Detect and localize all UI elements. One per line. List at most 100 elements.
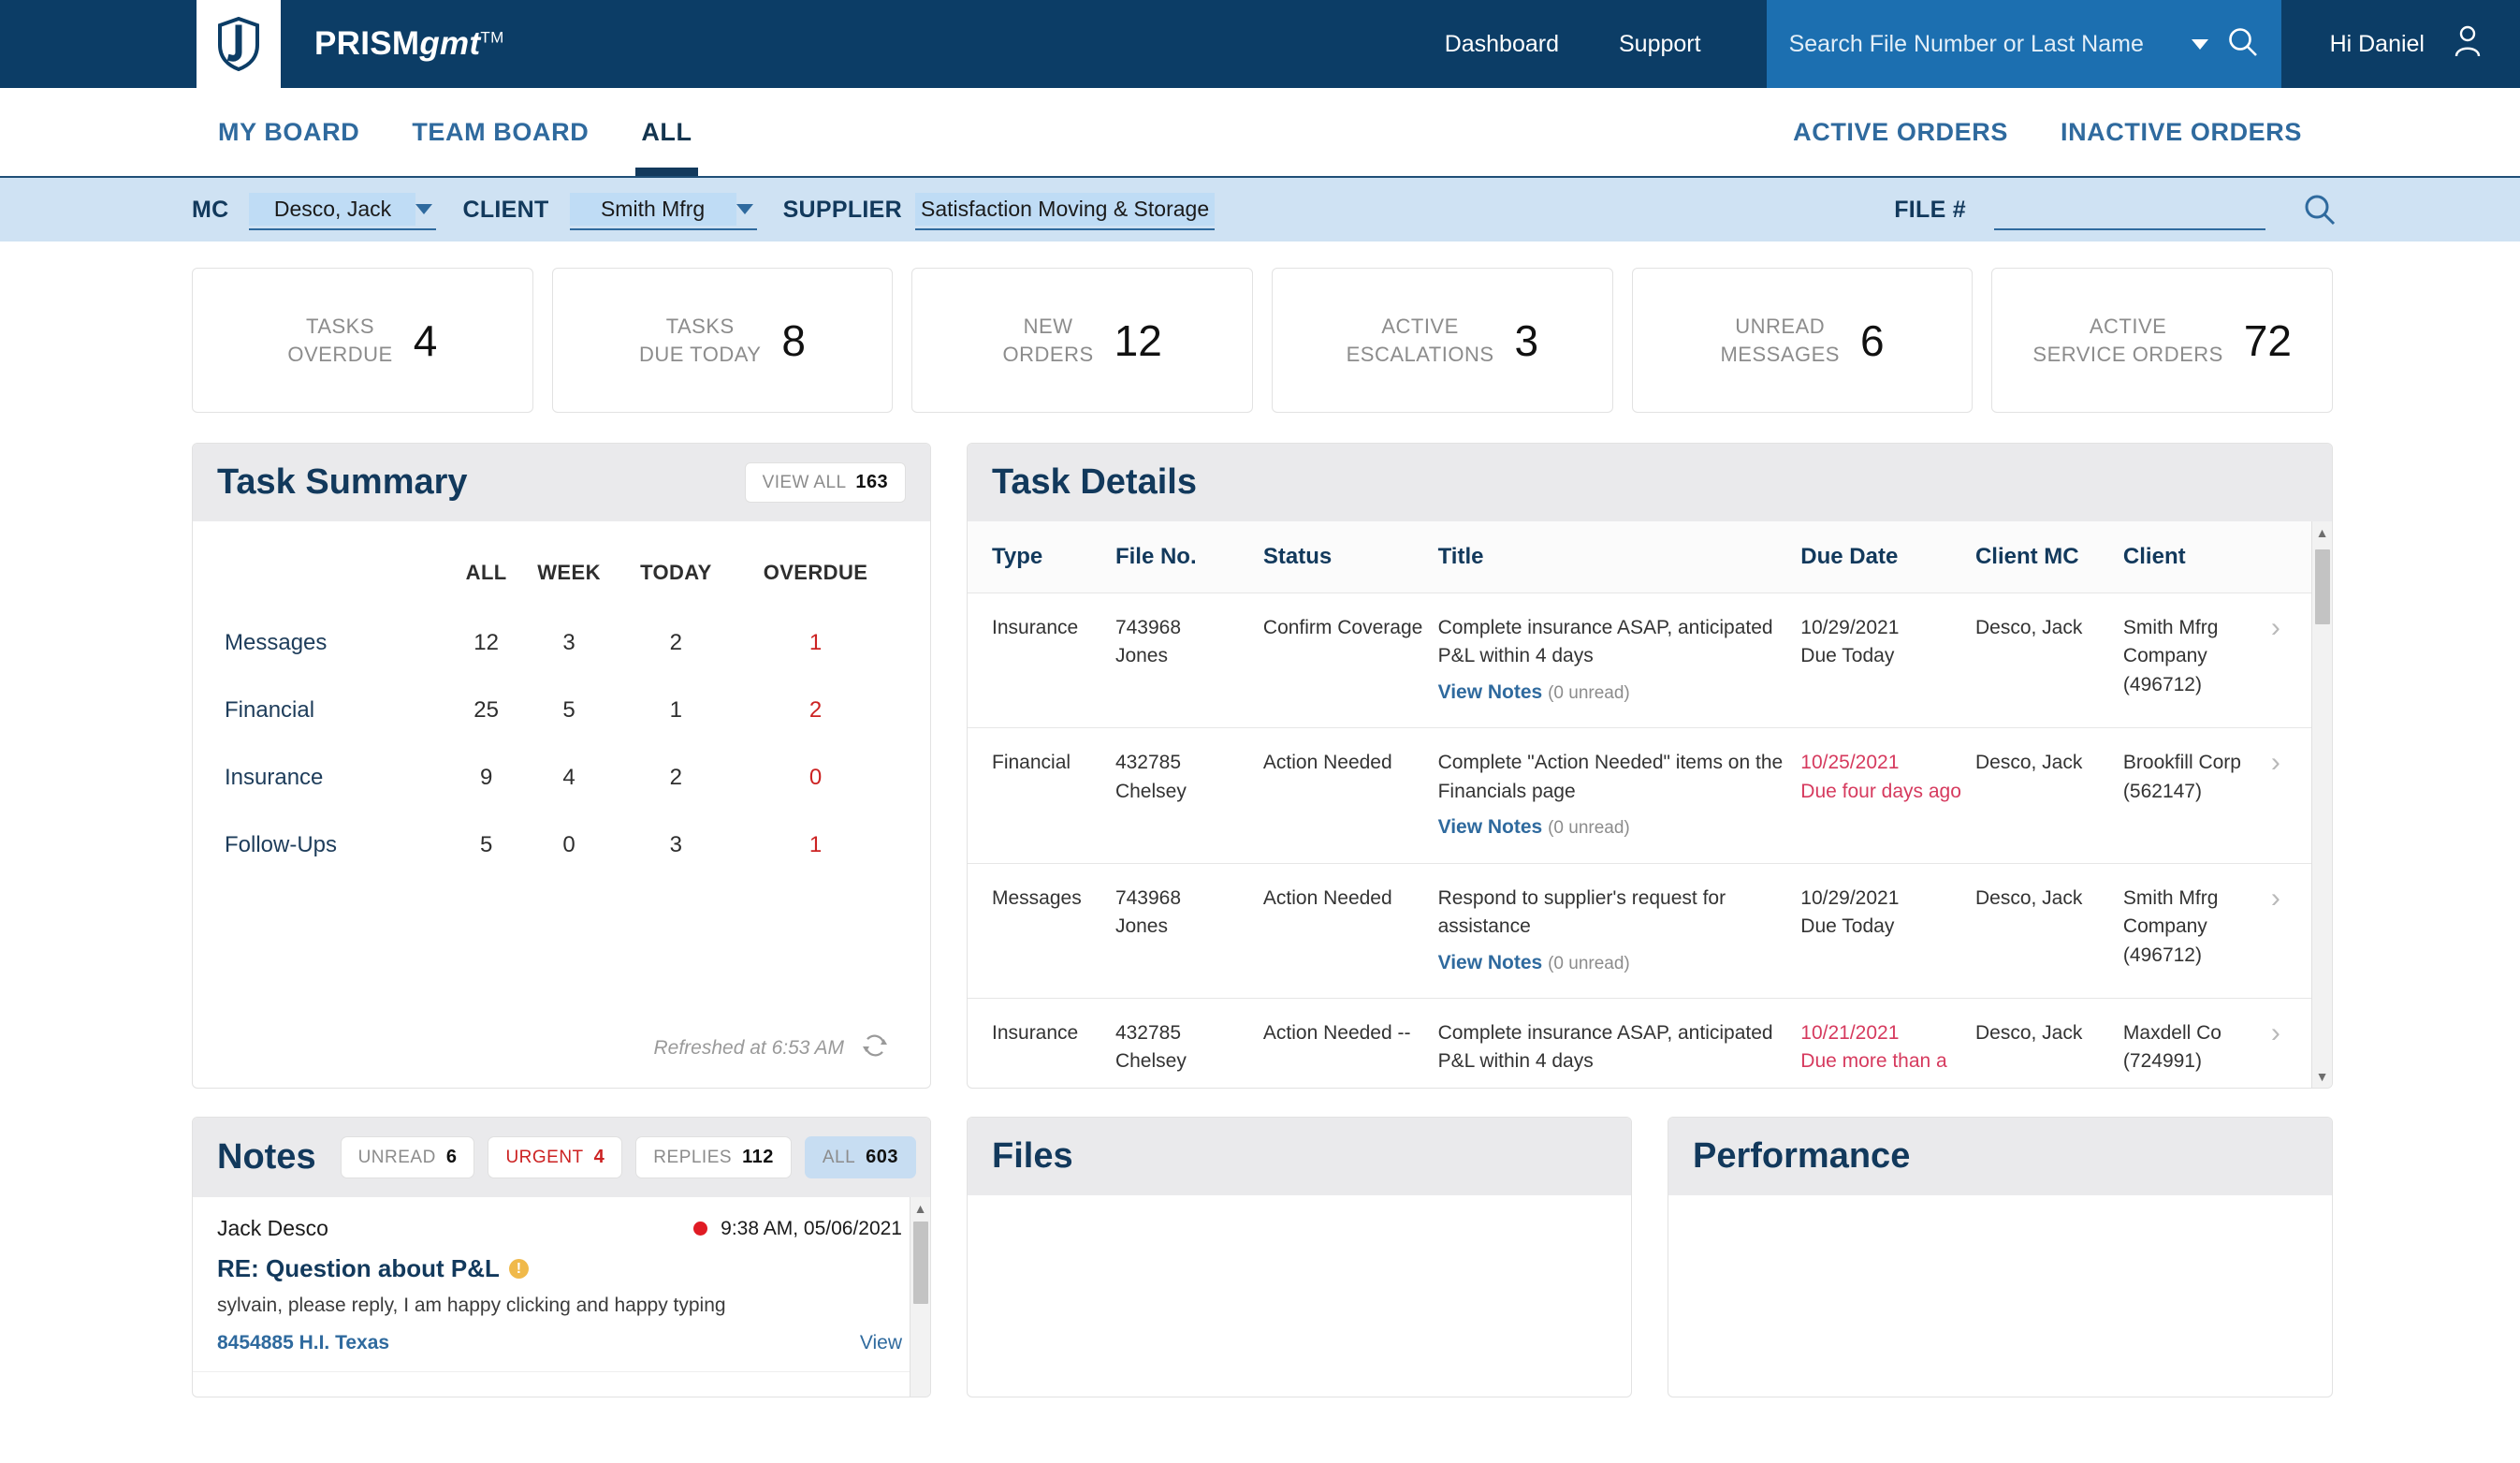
chevron-down-icon[interactable]: [415, 203, 433, 214]
col-client: Client: [2122, 521, 2271, 593]
chevron-down-icon[interactable]: [736, 203, 753, 214]
file-number-input-wrap[interactable]: [1994, 189, 2265, 230]
note-view-link[interactable]: View: [860, 1332, 902, 1354]
col-title: Title: [1437, 521, 1801, 593]
tab-inactive-orders[interactable]: INACTIVE ORDERS: [2034, 88, 2328, 176]
due-date: 10/29/2021: [1800, 617, 1900, 638]
kpi-label-line2: ESCALATIONS: [1346, 342, 1494, 366]
task-details-table: Type File No. Status Title Due Date Clie…: [968, 521, 2311, 1088]
shield-logo-icon[interactable]: [197, 0, 281, 88]
cell-client: Smith Mfrg Company (496712): [2122, 593, 2271, 729]
nav-support[interactable]: Support: [1589, 31, 1731, 58]
notes-filter-all[interactable]: ALL 603: [804, 1136, 917, 1178]
tab-all[interactable]: ALL: [615, 88, 718, 176]
file-number-input[interactable]: [1994, 189, 2265, 228]
supplier-filter-label: SUPPLIER: [782, 196, 902, 223]
user-avatar-icon[interactable]: [2453, 25, 2483, 64]
notes-filter-replies[interactable]: REPLIES 112: [635, 1136, 792, 1178]
chevron-right-icon[interactable]: ›: [2270, 863, 2311, 999]
table-row[interactable]: Insurance 9 4 2 0: [225, 744, 898, 812]
cell-status: Action Needed --: [1262, 998, 1438, 1088]
kpi-unread-messages[interactable]: UNREAD MESSAGES 6: [1631, 268, 1974, 413]
kpi-active-escalations[interactable]: ACTIVE ESCALATIONS 3: [1272, 268, 1613, 413]
note-subject[interactable]: RE: Question about P&L !: [217, 1254, 902, 1283]
chevron-down-icon[interactable]: [2191, 38, 2208, 50]
kpi-active-service-orders[interactable]: ACTIVE SERVICE ORDERS 72: [1991, 268, 2334, 413]
cell-week: 4: [562, 765, 575, 790]
table-row[interactable]: Messages 12 3 2 1: [225, 609, 898, 677]
global-search[interactable]: [1766, 0, 2281, 88]
scrollbar-track[interactable]: [2312, 544, 2332, 1065]
performance-panel: Performance: [1668, 1117, 2333, 1397]
table-row[interactable]: Financial 25 5 1 2: [225, 677, 898, 744]
cell-today: 3: [669, 832, 683, 857]
due-note: Due Today: [1800, 915, 1895, 938]
tab-active-orders[interactable]: ACTIVE ORDERS: [1767, 88, 2034, 176]
cell-file-no: 743968: [1114, 886, 1182, 909]
scroll-up-arrow-icon[interactable]: ▲: [914, 1197, 927, 1220]
mc-filter-select[interactable]: Desco, Jack: [249, 189, 437, 230]
chevron-right-icon[interactable]: ›: [2270, 998, 2311, 1088]
notes-filter-urgent[interactable]: URGENT 4: [488, 1136, 623, 1178]
task-summary-view-all-button[interactable]: VIEW ALL 163: [744, 462, 906, 503]
cell-file: 432785 Chelsey: [1114, 998, 1263, 1088]
task-details-scrollbar[interactable]: ▲ ▼: [2311, 521, 2332, 1088]
cell-file-name: Jones: [1114, 915, 1168, 938]
cell-client-mc: Desco, Jack: [1974, 998, 2123, 1088]
cell-title: Respond to supplier's request for assist…: [1437, 863, 1801, 999]
brand-trademark: TM: [480, 28, 504, 47]
task-details-header: Task Details: [968, 444, 2332, 521]
table-row[interactable]: Insurance 743968 Jones Confirm Coverage …: [968, 593, 2311, 729]
filter-search-button[interactable]: [2303, 193, 2337, 227]
kpi-tasks-due-today[interactable]: TASKS DUE TODAY 8: [551, 268, 894, 413]
scrollbar-thumb[interactable]: [2315, 549, 2330, 624]
scrollbar-track[interactable]: [910, 1220, 930, 1397]
kpi-new-orders[interactable]: NEW ORDERS 12: [911, 268, 1254, 413]
kpi-label: UNREAD MESSAGES: [1720, 313, 1839, 368]
table-row[interactable]: Messages 743968 Jones Action Needed Resp…: [968, 863, 2311, 999]
kpi-label-line2: OVERDUE: [287, 342, 393, 366]
global-search-input[interactable]: [1788, 30, 2184, 58]
bottom-panels: Notes UNREAD 6 URGENT 4 REPLIES 112 ALL …: [0, 1089, 2520, 1397]
refresh-icon[interactable]: [861, 1031, 889, 1065]
task-details-body: Type File No. Status Title Due Date Clie…: [968, 521, 2332, 1088]
kpi-tasks-overdue[interactable]: TASKS OVERDUE 4: [192, 268, 533, 413]
notes-scrollbar[interactable]: ▲: [910, 1197, 930, 1397]
task-details-scroll-area[interactable]: Type File No. Status Title Due Date Clie…: [968, 521, 2332, 1088]
pill-count: 4: [593, 1147, 605, 1167]
notes-list: Jack Desco 9:38 AM, 05/06/2021 RE: Quest…: [193, 1197, 930, 1397]
task-summary-footer: Refreshed at 6:53 AM: [225, 1031, 898, 1088]
scrollbar-thumb[interactable]: [913, 1222, 928, 1304]
cell-title: Complete "Action Needed" items on the Fi…: [1437, 727, 1801, 864]
search-icon[interactable]: [2227, 26, 2259, 63]
task-details-panel: Task Details Type File No. Status Title …: [967, 443, 2333, 1089]
scroll-down-arrow-icon[interactable]: ▼: [2316, 1065, 2329, 1088]
urgent-exclamation-icon: !: [508, 1259, 529, 1279]
table-row[interactable]: Financial 432785 Chelsey Action Needed C…: [968, 727, 2311, 864]
view-notes-link[interactable]: View Notes: [1438, 952, 1543, 973]
note-file-link[interactable]: 8454885 H.I. Texas: [217, 1332, 389, 1354]
notes-filter-unread[interactable]: UNREAD 6: [340, 1136, 475, 1178]
notes-header: Notes UNREAD 6 URGENT 4 REPLIES 112 ALL …: [193, 1118, 930, 1197]
nav-dashboard[interactable]: Dashboard: [1415, 31, 1589, 58]
cell-status: Confirm Coverage: [1262, 593, 1438, 729]
col-action: [2270, 521, 2311, 593]
client-filter-select[interactable]: Smith Mfrg: [569, 189, 757, 230]
view-notes-link[interactable]: View Notes: [1438, 681, 1543, 703]
cell-client-mc: Desco, Jack: [1974, 593, 2123, 729]
view-notes-link[interactable]: View Notes: [1438, 816, 1543, 838]
kpi-value: 4: [413, 315, 438, 365]
table-row[interactable]: Follow-Ups 5 0 3 1: [225, 812, 898, 879]
chevron-right-icon[interactable]: ›: [2270, 593, 2311, 729]
scroll-up-arrow-icon[interactable]: ▲: [2316, 521, 2329, 544]
supplier-filter-select[interactable]: Satisfaction Moving & Storage: [915, 189, 1216, 230]
tab-my-board[interactable]: MY BOARD: [192, 88, 386, 176]
list-item[interactable]: Jack Desco 9:38 AM, 05/06/2021 RE: Quest…: [193, 1197, 930, 1372]
kpi-label-line2: SERVICE ORDERS: [2032, 342, 2223, 366]
user-menu[interactable]: Hi Daniel: [2330, 25, 2483, 64]
user-greeting: Hi Daniel: [2329, 30, 2425, 57]
app-header: PRISMgmtTM Dashboard Support Hi Daniel: [0, 0, 2520, 88]
table-row[interactable]: Insurance 432785 Chelsey Action Needed -…: [968, 998, 2311, 1088]
chevron-right-icon[interactable]: ›: [2270, 727, 2311, 864]
tab-team-board[interactable]: TEAM BOARD: [386, 88, 615, 176]
